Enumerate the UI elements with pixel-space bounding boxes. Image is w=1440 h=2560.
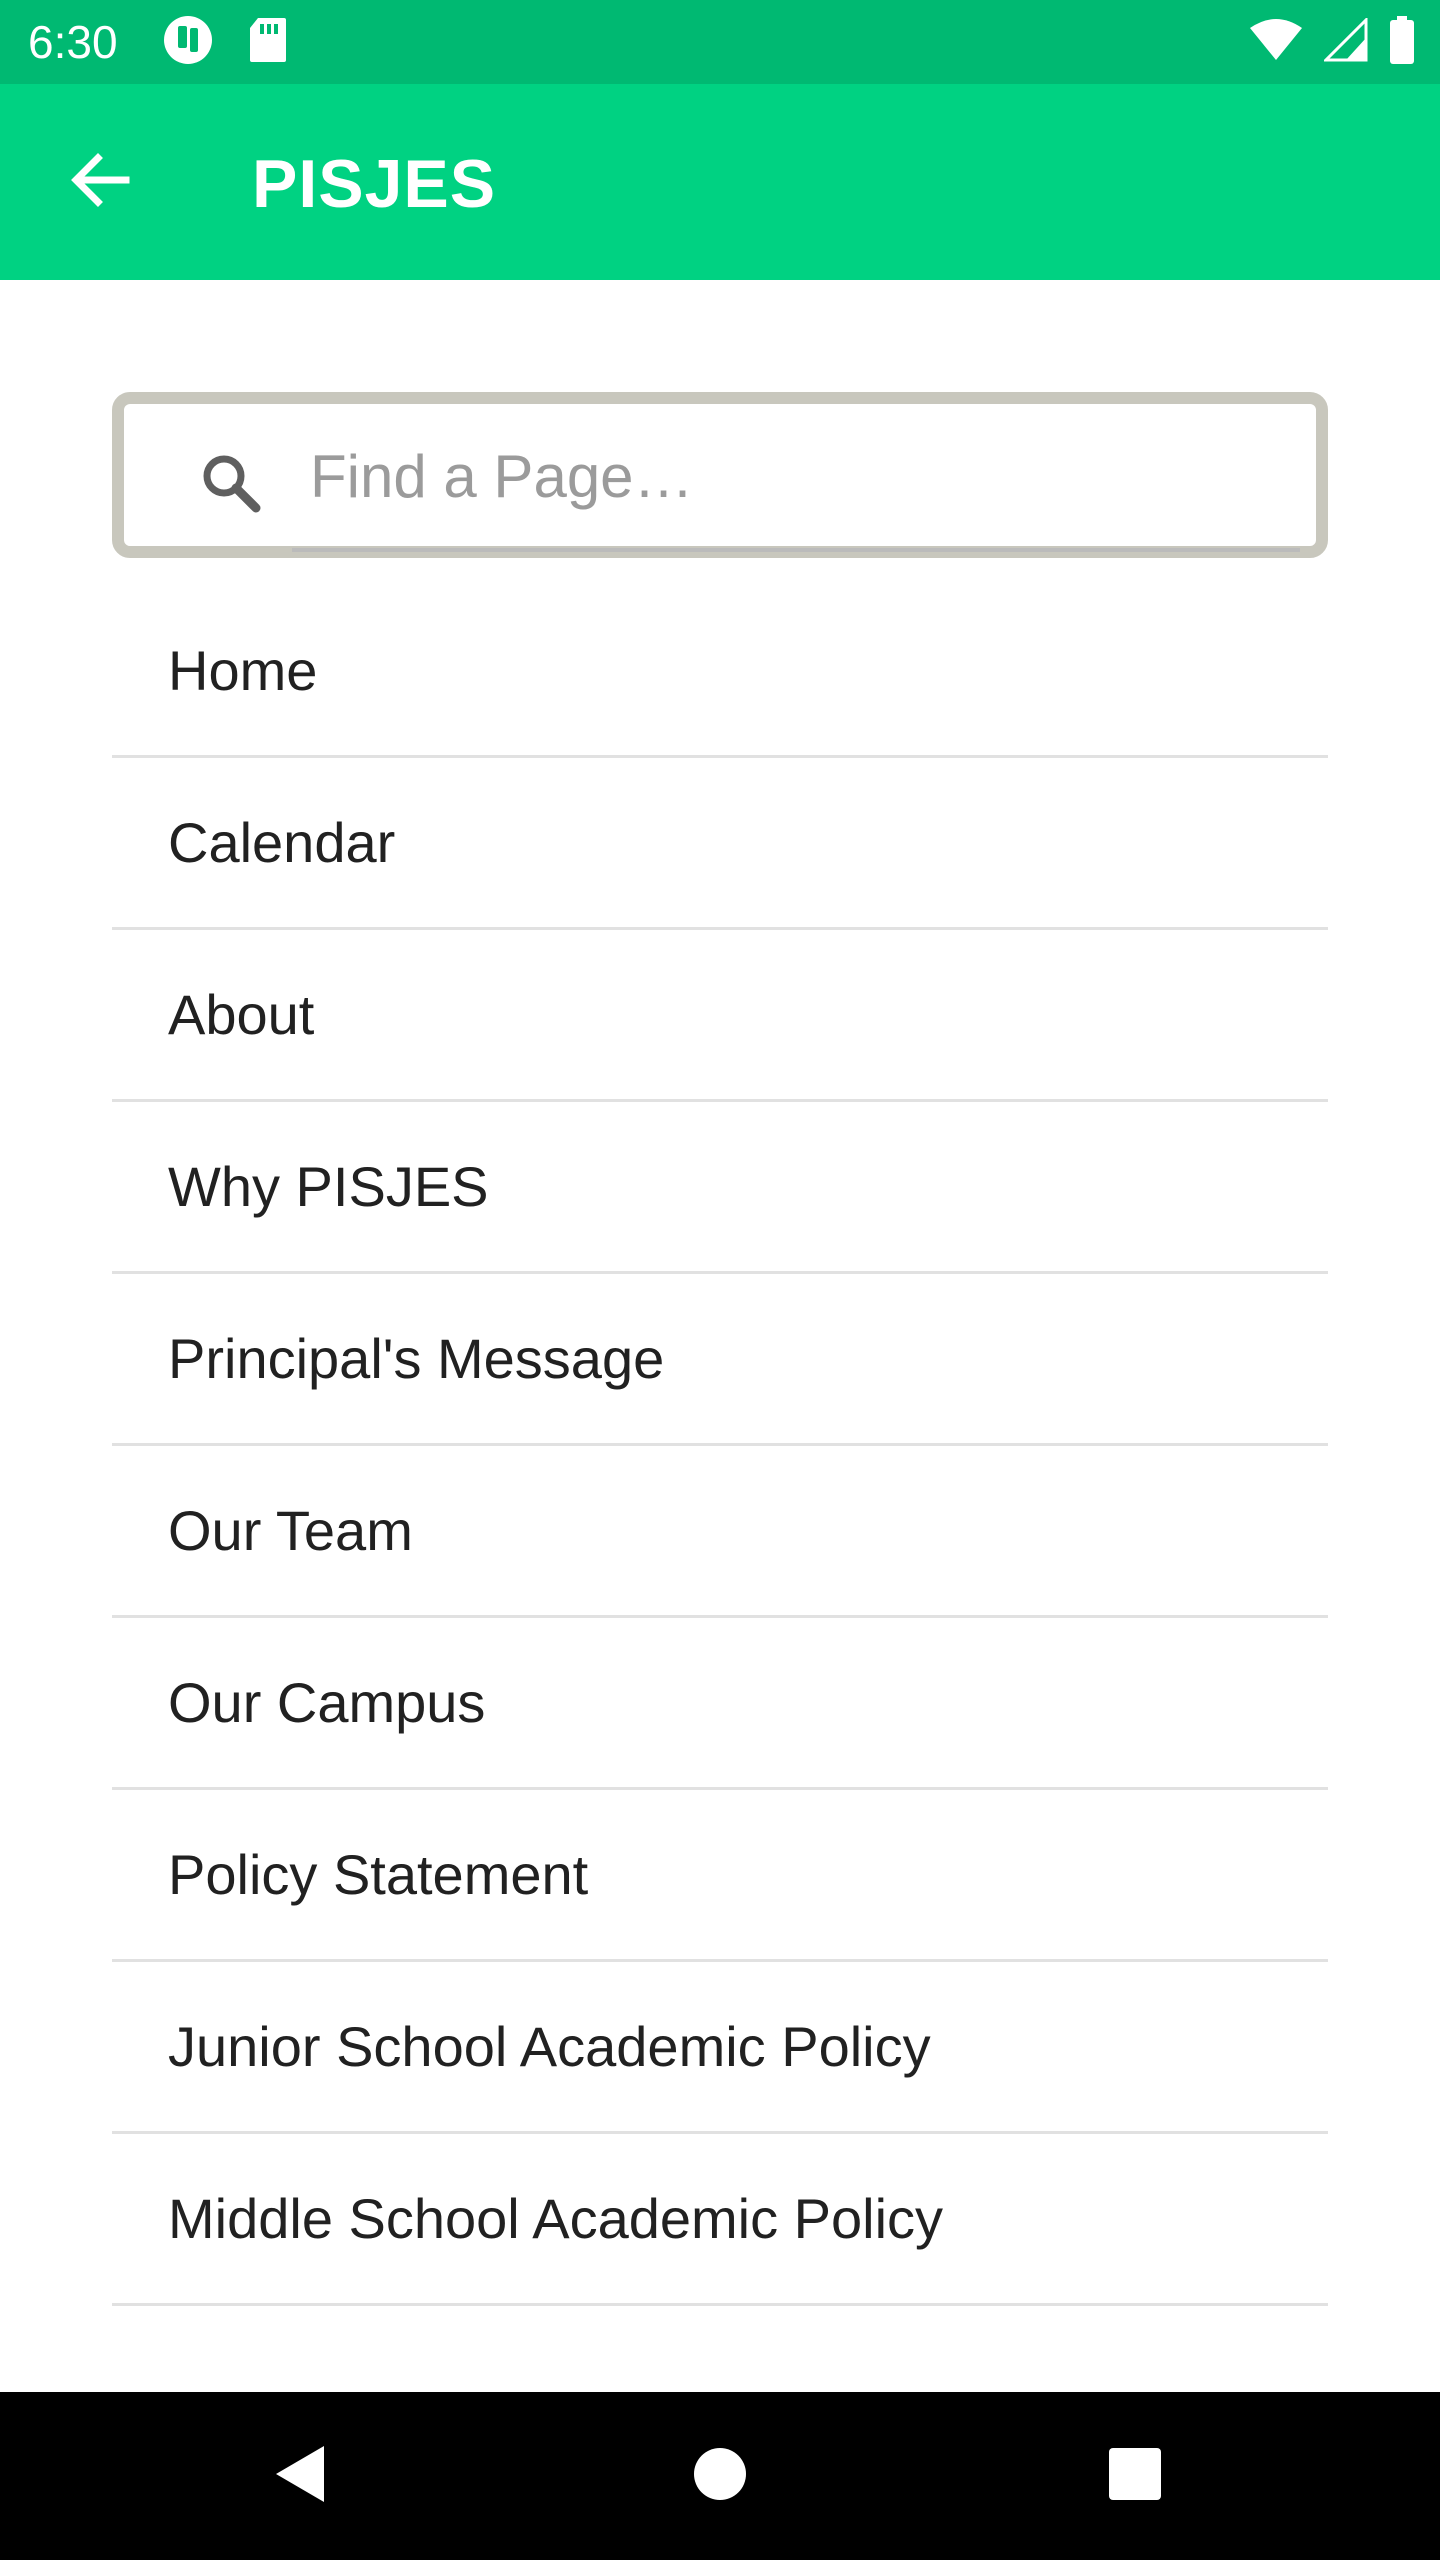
status-time: 6:30 [28, 16, 118, 68]
notification-app-icon [162, 14, 214, 71]
list-item-label: Junior School Academic Policy [168, 2015, 931, 2078]
list-item-label: Our Team [168, 1499, 413, 1562]
list-item-why-pisjes[interactable]: Why PISJES [112, 1102, 1328, 1274]
arrow-back-icon [68, 148, 132, 217]
list-item-label: Home [168, 639, 318, 702]
list-item-our-team[interactable]: Our Team [112, 1446, 1328, 1618]
status-bar: 6:30 [0, 0, 1440, 84]
page-list: Home Calendar About Why PISJES Principal… [112, 586, 1328, 2306]
search-underline [292, 548, 1300, 552]
list-item-calendar[interactable]: Calendar [112, 758, 1328, 930]
list-item-middle-school-academic-policy[interactable]: Middle School Academic Policy [112, 2134, 1328, 2306]
search-input[interactable] [310, 428, 1270, 524]
list-item-home[interactable]: Home [112, 586, 1328, 758]
signal-icon [1322, 15, 1368, 67]
list-item-label: Middle School Academic Policy [168, 2187, 944, 2250]
list-item-policy-statement[interactable]: Policy Statement [112, 1790, 1328, 1962]
sd-card-icon [248, 16, 288, 69]
app-bar: PISJES [0, 84, 1440, 280]
home-circle-icon [692, 2446, 748, 2507]
wifi-icon [1248, 18, 1304, 67]
search-box[interactable] [112, 392, 1328, 558]
list-item-label: Policy Statement [168, 1843, 589, 1906]
list-item-label: About [168, 983, 315, 1046]
search-icon [198, 450, 262, 514]
list-item-label: Principal's Message [168, 1327, 665, 1390]
list-item-our-campus[interactable]: Our Campus [112, 1618, 1328, 1790]
nav-home-button[interactable] [670, 2426, 770, 2526]
back-triangle-icon [270, 2442, 330, 2511]
system-nav-bar [0, 2392, 1440, 2560]
recents-square-icon [1107, 2446, 1163, 2507]
list-item-label: Our Campus [168, 1671, 486, 1734]
list-item-junior-school-academic-policy[interactable]: Junior School Academic Policy [112, 1962, 1328, 2134]
back-button[interactable] [52, 134, 148, 230]
page-title: PISJES [252, 146, 497, 222]
battery-icon [1388, 15, 1416, 69]
list-item-principals-message[interactable]: Principal's Message [112, 1274, 1328, 1446]
nav-recents-button[interactable] [1085, 2426, 1185, 2526]
list-item-label: Calendar [168, 811, 396, 874]
nav-back-button[interactable] [250, 2426, 350, 2526]
list-item-about[interactable]: About [112, 930, 1328, 1102]
list-item-label: Why PISJES [168, 1155, 489, 1218]
